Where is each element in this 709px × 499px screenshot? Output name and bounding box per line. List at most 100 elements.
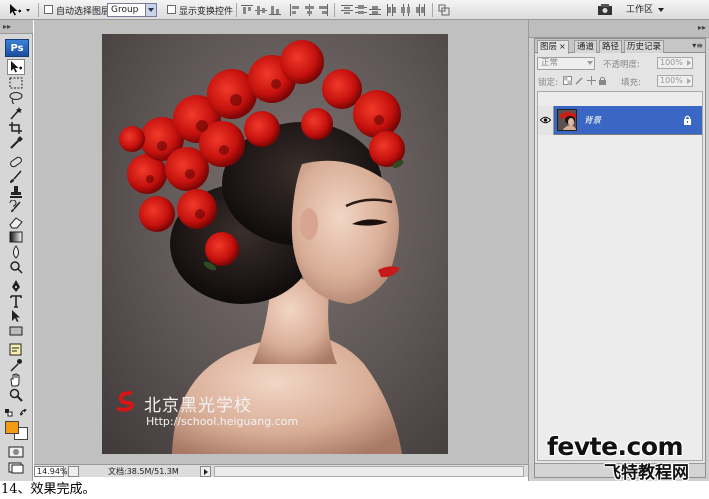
healing-brush-tool-icon (10, 156, 22, 168)
clone-stamp-tool[interactable] (8, 185, 24, 199)
layer-row[interactable]: 背景 (538, 106, 702, 135)
color-swatches[interactable] (5, 409, 31, 441)
dodge-tool[interactable] (8, 260, 24, 274)
eyedropper-tool[interactable] (8, 358, 24, 372)
eraser-tool-icon (9, 217, 23, 229)
photoshop-logo: Ps (5, 39, 29, 57)
distribute-vcenter-icon[interactable] (355, 4, 367, 16)
lock-all-icon[interactable] (598, 76, 607, 85)
hand-tool[interactable] (8, 373, 24, 387)
align-hcenter-icon[interactable] (303, 4, 315, 16)
brush-tool-icon (10, 170, 22, 183)
options-bar: 自动选择图层 Group 显示变换控件 工作区 (0, 0, 709, 20)
show-transform-checkbox[interactable] (167, 5, 176, 14)
notes-tool[interactable] (8, 343, 24, 357)
move-tool[interactable] (7, 59, 25, 75)
tools-panel-header[interactable]: ▸▸ (0, 20, 33, 34)
zoom-level-field[interactable]: 14.94% (34, 466, 68, 477)
workspace-button[interactable]: 工作区 (620, 2, 668, 18)
auto-select-target-value: Group (111, 5, 139, 15)
align-bottom-icon[interactable] (269, 4, 281, 16)
path-selection-tool[interactable] (8, 309, 24, 323)
healing-brush-tool[interactable] (8, 155, 24, 169)
dock-header[interactable]: ▸▸ (529, 20, 709, 38)
layer-list[interactable]: 背景 (537, 91, 703, 461)
magic-wand-tool[interactable] (8, 106, 24, 120)
status-bar: 14.94% 文档:38.5M/51.3M (34, 464, 528, 477)
foreground-color-swatch[interactable] (5, 421, 19, 434)
gradient-tool[interactable] (8, 230, 24, 244)
shape-tool[interactable] (8, 324, 24, 338)
swap-colors-icon[interactable] (20, 409, 28, 417)
panel-menu-icon[interactable]: ▾≡ (692, 41, 703, 50)
brush-tool[interactable] (8, 170, 24, 184)
fill-field[interactable]: 100% (657, 75, 693, 87)
step-caption: 14、效果完成。 (1, 481, 301, 499)
tab-layers-label: 图层 (540, 42, 558, 52)
distribute-left-icon[interactable] (386, 4, 398, 16)
bridge-icon[interactable] (597, 3, 613, 17)
tab-channels[interactable]: 通道 (574, 40, 598, 53)
slice-tool[interactable] (8, 136, 24, 150)
tab-paths[interactable]: 路径 (599, 40, 623, 53)
horizontal-scrollbar[interactable] (214, 466, 524, 477)
zoom-tool[interactable] (8, 388, 24, 402)
blend-mode-value: 正常 (541, 58, 559, 68)
tool-preset-picker[interactable] (6, 3, 34, 17)
auto-align-layers-icon[interactable] (438, 4, 450, 16)
layer-name[interactable]: 背景 (584, 114, 601, 126)
status-options-icon[interactable] (68, 466, 79, 477)
lasso-tool[interactable] (8, 91, 24, 105)
canvas-area[interactable]: 北京黑光学校 Http://school.heiguang.com (34, 20, 528, 464)
document-size: 文档:38.5M/51.3M (108, 467, 179, 476)
auto-select-target-select[interactable]: Group (107, 3, 157, 17)
opacity-value: 100% (660, 58, 683, 67)
eraser-tool[interactable] (8, 215, 24, 229)
crop-tool[interactable] (8, 121, 24, 135)
blur-tool[interactable] (8, 245, 24, 259)
layer-thumbnail (557, 109, 577, 131)
opacity-label: 不透明度: (603, 60, 640, 70)
collapse-dock-icon[interactable]: ▸▸ (698, 23, 706, 32)
tab-history[interactable]: 历史记录 (624, 40, 665, 53)
tab-channels-label: 通道 (577, 42, 595, 52)
distribute-bottom-icon[interactable] (369, 4, 381, 16)
distribute-right-icon[interactable] (414, 4, 426, 16)
tab-paths-label: 路径 (602, 42, 620, 52)
document-image[interactable]: 北京黑光学校 Http://school.heiguang.com (102, 34, 448, 454)
marquee-tool[interactable] (8, 76, 24, 90)
lock-transparency-icon[interactable] (563, 76, 572, 85)
dodge-tool-icon (10, 261, 23, 274)
screen-mode-icon[interactable] (8, 462, 24, 474)
eye-icon (540, 116, 551, 124)
quick-mask-icon[interactable] (8, 446, 24, 458)
crop-tool-icon (9, 122, 22, 134)
default-colors-icon[interactable] (5, 409, 13, 417)
pen-tool[interactable] (8, 279, 24, 293)
lock-position-icon[interactable] (587, 76, 596, 85)
type-tool[interactable] (8, 294, 24, 308)
layer-visibility-toggle[interactable] (538, 106, 554, 135)
align-vcenter-icon[interactable] (255, 4, 267, 16)
close-icon[interactable]: × (559, 42, 566, 51)
tab-layers[interactable]: 图层 × (537, 40, 569, 54)
distribute-hcenter-icon[interactable] (400, 4, 412, 16)
watermark-school-name: 北京黑光学校 (144, 396, 252, 416)
auto-select-label: 自动选择图层 (56, 7, 111, 17)
move-tool-icon (11, 61, 22, 73)
school-logo-icon (117, 391, 134, 412)
collapse-panel-icon[interactable]: ▸▸ (3, 22, 11, 31)
align-right-icon[interactable] (317, 4, 329, 16)
opacity-field[interactable]: 100% (657, 57, 693, 69)
tab-history-label: 历史记录 (627, 42, 662, 52)
distribute-top-icon[interactable] (341, 4, 353, 16)
lock-pixels-icon[interactable] (575, 76, 584, 85)
history-brush-tool[interactable] (8, 200, 24, 214)
clone-stamp-tool-icon (10, 186, 22, 198)
status-menu-arrow-icon[interactable] (200, 466, 211, 477)
align-left-icon[interactable] (289, 4, 301, 16)
chevron-down-icon (658, 8, 664, 12)
auto-select-checkbox[interactable] (44, 5, 53, 14)
blend-mode-select[interactable]: 正常 (537, 57, 595, 70)
align-top-icon[interactable] (241, 4, 253, 16)
